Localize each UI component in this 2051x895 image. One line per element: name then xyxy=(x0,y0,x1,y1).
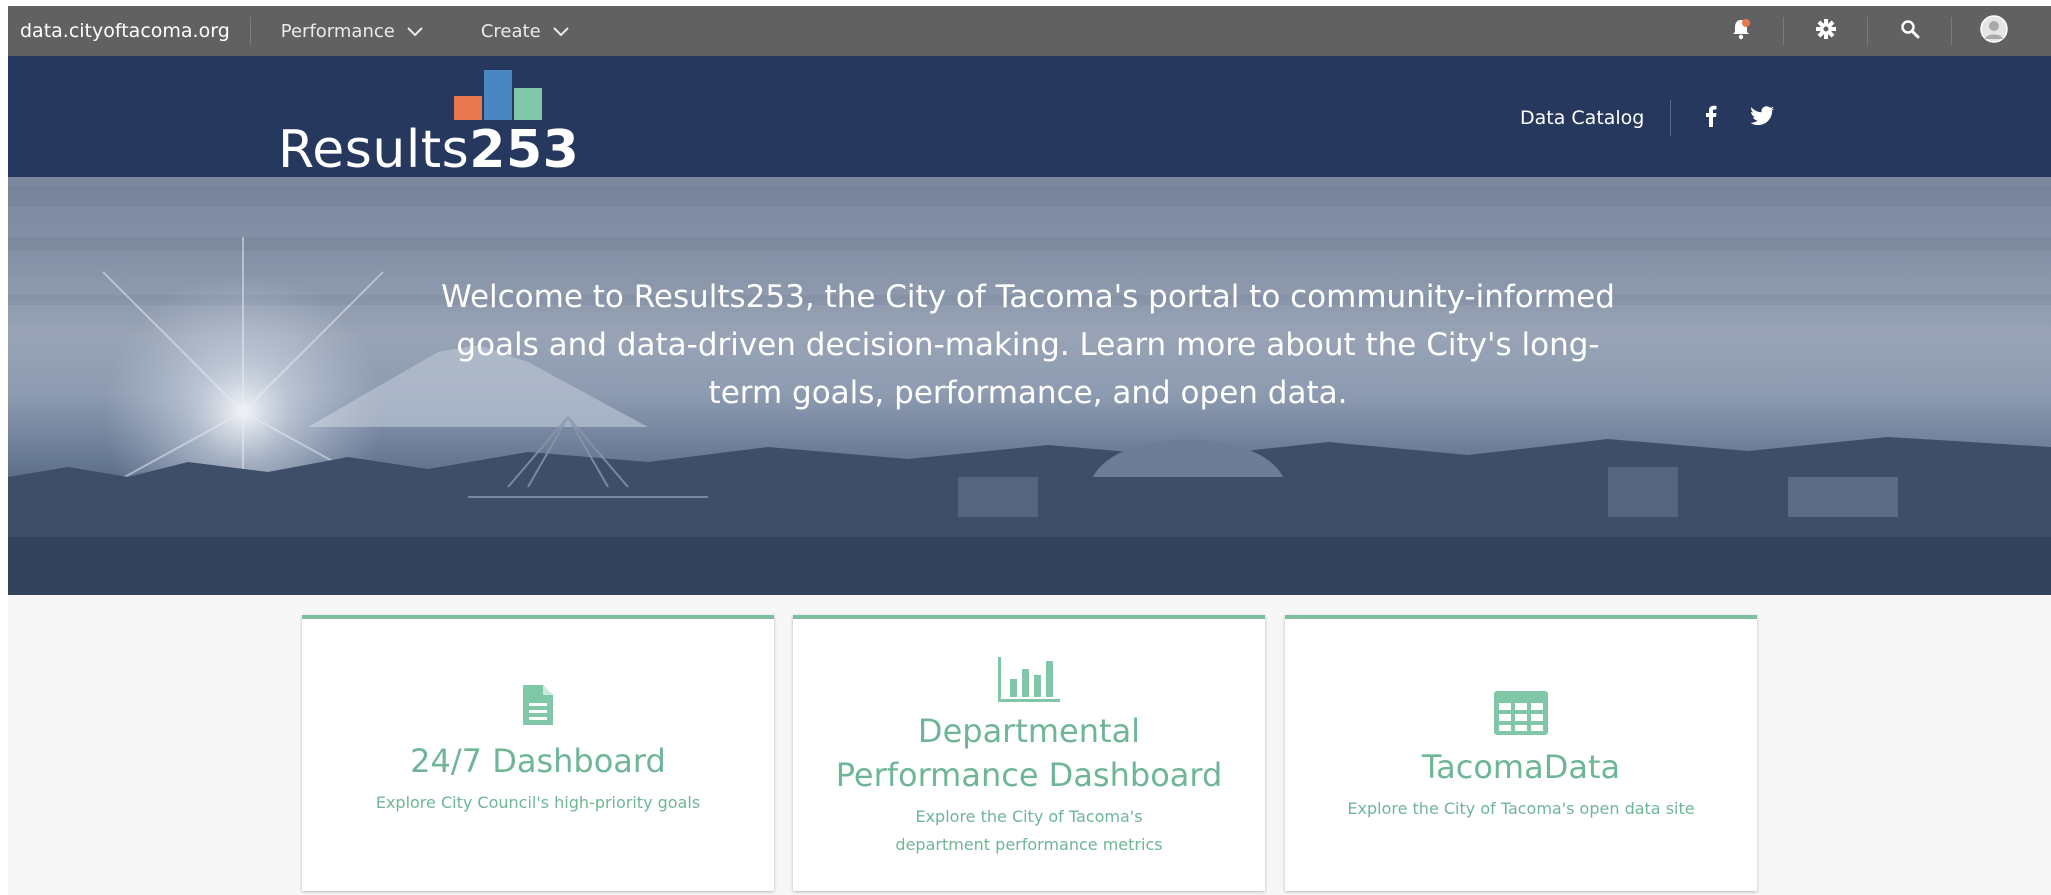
create-menu[interactable]: Create xyxy=(423,21,569,42)
topbar-actions xyxy=(1699,6,2035,56)
card-title: TacomaData xyxy=(1421,748,1621,786)
bar-chart-icon xyxy=(793,655,1265,705)
brand-header: Results253 Data Catalog xyxy=(8,56,2051,180)
performance-menu-label: Performance xyxy=(280,20,395,42)
site-domain-link[interactable]: data.cityoftacoma.org xyxy=(8,17,251,45)
notification-bell-icon xyxy=(1731,18,1751,44)
twitter-icon[interactable] xyxy=(1750,106,1775,130)
card-departmental-performance-dashboard[interactable]: Departmental Performance Dashboard Explo… xyxy=(793,615,1265,891)
user-menu-button[interactable] xyxy=(1951,15,2035,47)
search-icon xyxy=(1900,19,1920,43)
settings-button[interactable] xyxy=(1783,17,1867,45)
chevron-down-icon xyxy=(552,21,569,42)
search-button[interactable] xyxy=(1867,17,1951,45)
document-icon xyxy=(302,685,774,725)
performance-menu[interactable]: Performance xyxy=(251,21,423,42)
hero-welcome-text: Welcome to Results253, the City of Tacom… xyxy=(441,279,1615,411)
chevron-down-icon xyxy=(407,21,423,42)
create-menu-label: Create xyxy=(480,20,541,42)
card-description: Explore the City of Tacoma's department … xyxy=(895,807,1163,854)
card-description: Explore the City of Tacoma's open data s… xyxy=(1347,799,1695,818)
hero-banner: Welcome to Results253, the City of Tacom… xyxy=(8,177,2051,595)
card-tacomadata[interactable]: TacomaData Explore the City of Tacoma's … xyxy=(1285,615,1757,891)
user-avatar-icon xyxy=(1979,15,2008,47)
notifications-button[interactable] xyxy=(1699,17,1783,45)
logo-bars-icon xyxy=(454,70,542,120)
social-links xyxy=(1671,105,1775,131)
brand-nav: Data Catalog xyxy=(1520,98,1775,138)
facebook-icon[interactable] xyxy=(1705,105,1717,131)
card-title: Departmental Performance Dashboard xyxy=(835,712,1223,794)
logo-number: 253 xyxy=(469,120,580,180)
card-title: 24/7 Dashboard xyxy=(410,742,666,780)
gear-icon xyxy=(1815,18,1837,44)
table-grid-icon xyxy=(1285,691,1757,735)
logo-wordmark: Results253 xyxy=(278,120,579,180)
card-description: Explore City Council's high-priority goa… xyxy=(375,793,701,812)
cards-section: 24/7 Dashboard Explore City Council's hi… xyxy=(8,595,2051,895)
results253-logo[interactable]: Results253 xyxy=(278,70,579,180)
top-utility-bar: data.cityoftacoma.org Performance Create xyxy=(8,6,2051,56)
card-24-7-dashboard[interactable]: 24/7 Dashboard Explore City Council's hi… xyxy=(302,615,774,891)
data-catalog-link[interactable]: Data Catalog xyxy=(1520,100,1672,136)
logo-word: Results xyxy=(278,120,470,180)
